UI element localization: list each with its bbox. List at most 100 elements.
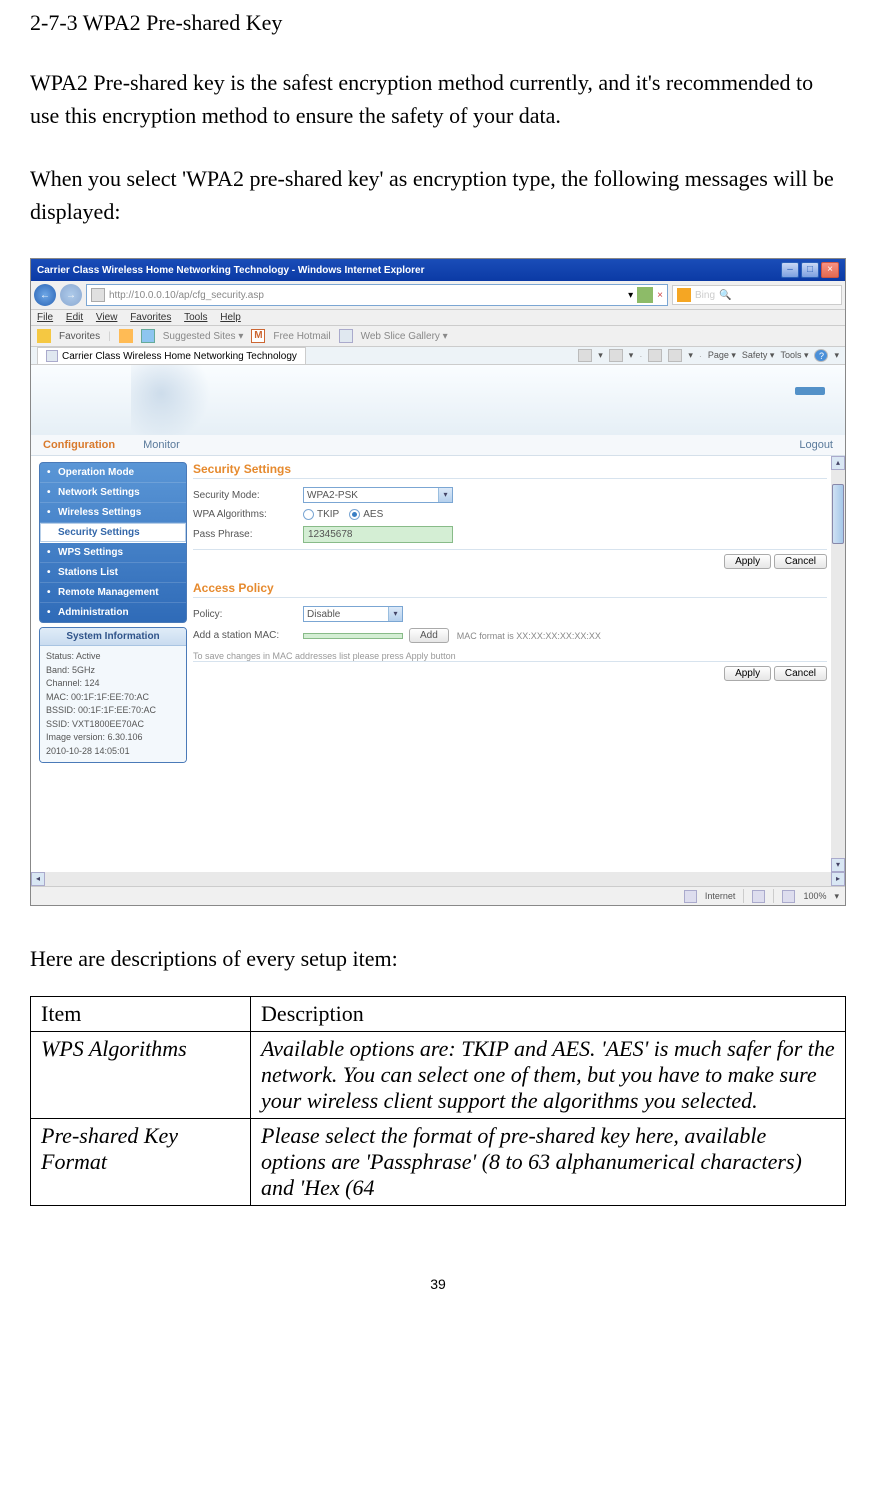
forward-button[interactable]: → (60, 284, 82, 306)
sidebar-item-operation-mode[interactable]: Operation Mode (40, 463, 186, 483)
access-cancel-button[interactable]: Cancel (774, 666, 827, 681)
table-header-row: Item Description (31, 997, 846, 1032)
browser-tab[interactable]: Carrier Class Wireless Home Networking T… (37, 347, 306, 364)
menu-favorites[interactable]: Favorites (130, 312, 171, 323)
close-button[interactable]: × (821, 262, 839, 278)
add-mac-label: Add a station MAC: (193, 630, 303, 641)
sysinfo-ssid: SSID: VXT1800EE70AC (46, 718, 180, 732)
radio-tkip[interactable]: TKIP (303, 509, 339, 520)
tab-configuration[interactable]: Configuration (43, 439, 115, 451)
scroll-thumb[interactable] (832, 484, 844, 544)
table-row: WPS Algorithms Available options are: TK… (31, 1032, 846, 1119)
pass-phrase-input[interactable]: 12345678 (303, 526, 453, 543)
policy-select[interactable]: Disable ▾ (303, 606, 403, 622)
sidebar-item-security-settings[interactable]: Security Settings (40, 523, 186, 543)
minimize-button[interactable]: – (781, 262, 799, 278)
address-bar[interactable]: http://10.0.0.10/ap/cfg_security.asp ▾ × (86, 284, 668, 306)
security-apply-button[interactable]: Apply (724, 554, 771, 569)
system-info-panel: System Information Status: Active Band: … (39, 627, 187, 763)
maximize-button[interactable]: □ (801, 262, 819, 278)
scroll-up-icon[interactable]: ▴ (831, 456, 845, 470)
sidebar-item-administration[interactable]: Administration (40, 603, 186, 622)
search-box[interactable]: Bing 🔍 (672, 285, 842, 305)
protected-mode-icon (752, 890, 765, 903)
fav-free-hotmail[interactable]: Free Hotmail (273, 331, 330, 342)
sidebar-item-wps-settings[interactable]: WPS Settings (40, 543, 186, 563)
sidebar-item-remote-management[interactable]: Remote Management (40, 583, 186, 603)
table-row: Pre-shared Key Format Please select the … (31, 1119, 846, 1206)
intro-paragraph-1: WPA2 Pre-shared key is the safest encryp… (30, 66, 846, 132)
access-policy-section: Access Policy Policy: Disable ▾ Add a st… (193, 581, 827, 679)
scroll-left-icon[interactable]: ◂ (31, 872, 45, 886)
zoom-dropdown-icon[interactable]: ▾ (834, 891, 839, 902)
security-settings-section: Security Settings Security Mode: WPA2-PS… (193, 462, 827, 567)
sysinfo-time: 2010-10-28 14:05:01 (46, 745, 180, 759)
sysinfo-bssid: BSSID: 00:1F:1F:EE:70:AC (46, 704, 180, 718)
menu-file[interactable]: File (37, 312, 53, 323)
sidebar: Operation Mode Network Settings Wireless… (39, 462, 187, 868)
zoom-level[interactable]: 100% (803, 891, 826, 901)
menu-help[interactable]: Help (220, 312, 241, 323)
favorites-star-icon[interactable] (37, 329, 51, 343)
window-title: Carrier Class Wireless Home Networking T… (37, 265, 425, 276)
scroll-down-icon[interactable]: ▾ (831, 858, 845, 872)
search-icon[interactable]: 🔍 (719, 290, 731, 301)
banner-graphic (131, 365, 231, 435)
search-placeholder: Bing (695, 290, 715, 301)
back-button[interactable]: ← (34, 284, 56, 306)
chevron-down-icon: ▾ (388, 607, 402, 621)
security-settings-title: Security Settings (193, 462, 827, 479)
system-info-title: System Information (40, 628, 186, 646)
logout-link[interactable]: Logout (799, 439, 833, 451)
mac-format-note: MAC format is XX:XX:XX:XX:XX:XX (457, 631, 601, 641)
help-icon[interactable]: ? (814, 349, 828, 362)
address-dropdown-icon[interactable]: ▾ (628, 290, 633, 301)
add-favorite-icon[interactable] (119, 329, 133, 343)
page-content: Operation Mode Network Settings Wireless… (31, 456, 845, 886)
access-apply-button[interactable]: Apply (724, 666, 771, 681)
security-cancel-button[interactable]: Cancel (774, 554, 827, 569)
mail-icon[interactable] (648, 349, 662, 362)
address-text: http://10.0.0.10/ap/cfg_security.asp (109, 290, 624, 301)
bing-icon (677, 288, 691, 302)
tools-menu[interactable]: Tools ▾ (780, 350, 808, 361)
tab-monitor[interactable]: Monitor (143, 439, 180, 451)
home-icon[interactable] (578, 349, 592, 362)
sidebar-item-network-settings[interactable]: Network Settings (40, 483, 186, 503)
print-icon[interactable] (668, 349, 682, 362)
screenshot-browser-window: Carrier Class Wireless Home Networking T… (30, 258, 846, 906)
radio-checked-icon (349, 509, 360, 520)
menu-view[interactable]: View (96, 312, 118, 323)
radio-aes-label: AES (363, 509, 383, 520)
tab-title: Carrier Class Wireless Home Networking T… (62, 351, 297, 362)
vertical-scrollbar[interactable]: ▴ ▾ (831, 456, 845, 886)
description-table: Item Description WPS Algorithms Availabl… (30, 996, 846, 1206)
safety-menu[interactable]: Safety ▾ (742, 350, 775, 361)
horizontal-scrollbar[interactable]: ◂ ▸ (31, 872, 845, 886)
radio-icon (303, 509, 314, 520)
menu-tools[interactable]: Tools (184, 312, 207, 323)
wpa-algorithms-label: WPA Algorithms: (193, 509, 303, 520)
sysinfo-status: Status: Active (46, 650, 180, 664)
add-button[interactable]: Add (409, 628, 449, 643)
fav-suggested-sites[interactable]: Suggested Sites ▾ (163, 331, 244, 342)
scroll-right-icon[interactable]: ▸ (831, 872, 845, 886)
page-menu[interactable]: Page ▾ (708, 350, 736, 361)
internet-zone-icon (684, 890, 697, 903)
feeds-icon[interactable] (609, 349, 623, 362)
security-mode-label: Security Mode: (193, 490, 303, 501)
menu-edit[interactable]: Edit (66, 312, 83, 323)
cell-description: Available options are: TKIP and AES. 'AE… (251, 1032, 846, 1119)
security-mode-select[interactable]: WPA2-PSK ▾ (303, 487, 453, 503)
sidebar-item-stations-list[interactable]: Stations List (40, 563, 186, 583)
access-policy-title: Access Policy (193, 581, 827, 598)
mac-input[interactable] (303, 633, 403, 639)
zoom-icon[interactable] (782, 890, 795, 903)
chevron-down-icon: ▾ (438, 488, 452, 502)
sidebar-item-wireless-settings[interactable]: Wireless Settings (40, 503, 186, 523)
page-nav-tabs: Configuration Monitor Logout (31, 435, 845, 456)
stop-button[interactable]: × (657, 290, 663, 301)
radio-aes[interactable]: AES (349, 509, 383, 520)
refresh-button[interactable] (637, 287, 653, 303)
fav-web-slice[interactable]: Web Slice Gallery ▾ (361, 331, 448, 342)
